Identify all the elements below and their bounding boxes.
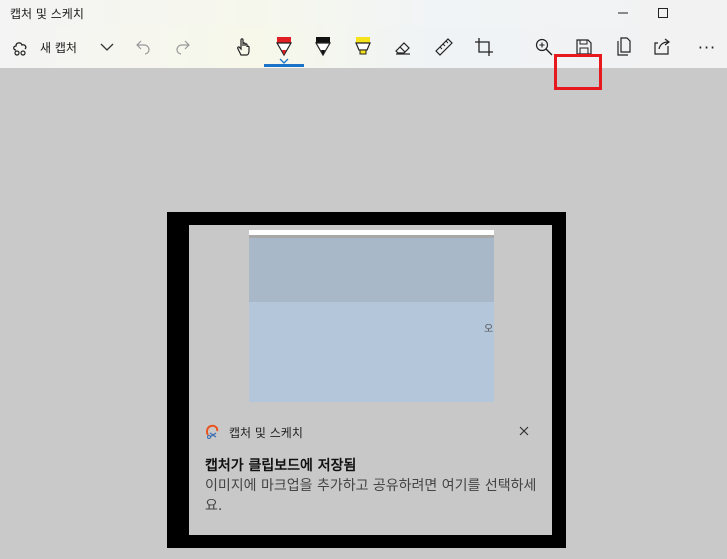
selected-tool-indicator — [264, 64, 304, 67]
undo-button[interactable] — [127, 32, 159, 62]
snip-sketch-app-icon — [206, 424, 219, 439]
ruler-button[interactable] — [428, 32, 460, 62]
snip-icon — [13, 42, 27, 56]
eraser-button[interactable] — [387, 32, 419, 62]
undo-icon — [136, 40, 150, 55]
captured-window-body — [249, 302, 494, 402]
share-button[interactable] — [647, 32, 679, 62]
captured-window-header — [249, 238, 494, 302]
crop-icon — [475, 38, 493, 56]
toast-body: 이미지에 마크업을 추가하고 공유하려면 여기를 선택하세요. — [205, 478, 537, 514]
window-title: 캡처 및 스케치 — [10, 7, 84, 21]
new-capture-label: 새 캡처 — [40, 40, 77, 55]
highlighter-button[interactable] — [347, 32, 379, 62]
crop-button[interactable] — [468, 32, 500, 62]
minimize-icon — [618, 12, 628, 14]
toast-title: 캡처가 클립보드에 저장됨 — [205, 458, 357, 474]
toast-close-button[interactable] — [516, 423, 532, 439]
captured-window-glyph: 오 — [484, 324, 494, 335]
title-bar: 캡처 및 스케치 — [0, 0, 727, 26]
pen-options-chevron-icon[interactable] — [279, 58, 289, 64]
copy-button[interactable] — [608, 32, 640, 62]
eraser-icon — [395, 42, 410, 55]
more-icon: ··· — [697, 37, 717, 57]
toolbar: 새 캡처 ··· — [0, 26, 727, 90]
maximize-button[interactable] — [640, 0, 686, 26]
copy-icon — [617, 37, 631, 56]
maximize-icon — [658, 8, 668, 18]
ruler-icon — [435, 38, 453, 56]
touch-writing-icon — [237, 38, 250, 56]
ballpoint-pen-icon — [275, 37, 293, 57]
new-capture-dropdown[interactable] — [91, 32, 123, 62]
toast-app-name: 캡처 및 스케치 — [229, 426, 303, 440]
chevron-down-icon — [100, 43, 114, 51]
pencil-button[interactable] — [307, 32, 339, 62]
new-capture-button[interactable]: 새 캡처 — [10, 32, 100, 62]
share-icon — [654, 38, 670, 55]
touch-writing-button[interactable] — [228, 32, 260, 62]
highlighter-icon — [355, 37, 371, 55]
save-button-highlight — [554, 54, 602, 90]
more-button[interactable]: ··· — [691, 32, 723, 62]
redo-icon — [176, 40, 190, 55]
close-icon — [519, 426, 529, 436]
pencil-icon — [314, 37, 332, 57]
redo-button[interactable] — [167, 32, 199, 62]
zoom-icon — [535, 38, 553, 56]
